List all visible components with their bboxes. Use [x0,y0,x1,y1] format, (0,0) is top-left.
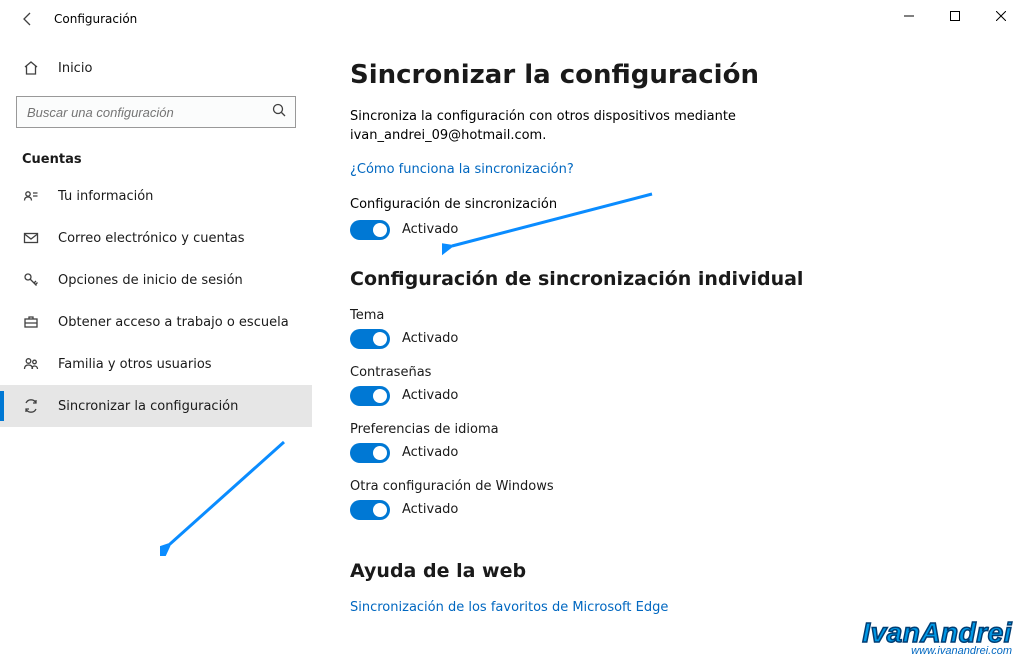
content-area: Inicio Cuentas Tu información Correo ele… [0,38,1024,667]
setting-theme: Tema Activado [350,308,994,349]
setting-passwords: Contraseñas Activado [350,365,994,406]
close-button[interactable] [978,0,1024,32]
setting-label: Preferencias de idioma [350,422,994,437]
setting-language: Preferencias de idioma Activado [350,422,994,463]
search-icon [271,102,287,122]
other-windows-toggle[interactable] [350,500,390,520]
language-state: Activado [402,445,458,460]
maximize-icon [950,11,960,21]
minimize-icon [904,11,914,21]
sidebar-item-signin-options[interactable]: Opciones de inicio de sesión [0,259,312,301]
close-icon [996,11,1006,21]
person-card-icon [22,188,40,204]
sync-icon [22,398,40,414]
master-sync-row: Activado [350,220,994,240]
language-toggle[interactable] [350,443,390,463]
window-controls [886,0,1024,38]
master-sync-toggle[interactable] [350,220,390,240]
passwords-toggle[interactable] [350,386,390,406]
people-icon [22,356,40,372]
sync-description: Sincroniza la configuración con otros di… [350,108,770,146]
window-title: Configuración [54,12,137,26]
sidebar-item-label: Obtener acceso a trabajo o escuela [58,315,289,330]
section-header: Cuentas [0,134,312,175]
edge-favorites-sync-link[interactable]: Sincronización de los favoritos de Micro… [350,600,668,615]
main-panel: Sincronizar la configuración Sincroniza … [312,38,1024,667]
master-sync-label: Configuración de sincronización [350,197,994,212]
arrow-left-icon [20,11,36,27]
sidebar-item-label: Familia y otros usuarios [58,357,212,372]
theme-toggle[interactable] [350,329,390,349]
setting-label: Contraseñas [350,365,994,380]
setting-label: Otra configuración de Windows [350,479,994,494]
sidebar-item-family[interactable]: Familia y otros usuarios [0,343,312,385]
briefcase-icon [22,314,40,330]
search-box[interactable] [16,96,296,128]
sidebar-item-your-info[interactable]: Tu información [0,175,312,217]
sidebar-item-email[interactable]: Correo electrónico y cuentas [0,217,312,259]
master-sync-state: Activado [402,222,458,237]
page-title: Sincronizar la configuración [350,60,994,90]
sidebar-item-sync[interactable]: Sincronizar la configuración [0,385,312,427]
key-icon [22,272,40,288]
sidebar-item-work-school[interactable]: Obtener acceso a trabajo o escuela [0,301,312,343]
titlebar: Configuración [0,0,1024,38]
theme-state: Activado [402,331,458,346]
search-container [16,96,296,128]
home-icon [22,60,40,76]
sidebar: Inicio Cuentas Tu información Correo ele… [0,38,312,667]
web-help-title: Ayuda de la web [350,560,994,582]
mail-icon [22,230,40,246]
sidebar-item-label: Sincronizar la configuración [58,399,238,414]
other-windows-state: Activado [402,502,458,517]
sidebar-item-label: Tu información [58,189,153,204]
annotation-arrow-sidebar [160,436,300,556]
home-label: Inicio [58,61,92,76]
how-sync-works-link[interactable]: ¿Cómo funciona la sincronización? [350,162,574,177]
maximize-button[interactable] [932,0,978,32]
sidebar-item-label: Opciones de inicio de sesión [58,273,243,288]
sidebar-item-label: Correo electrónico y cuentas [58,231,245,246]
setting-other-windows: Otra configuración de Windows Activado [350,479,994,520]
back-button[interactable] [16,7,40,31]
search-input[interactable] [27,105,271,120]
passwords-state: Activado [402,388,458,403]
minimize-button[interactable] [886,0,932,32]
individual-sync-title: Configuración de sincronización individu… [350,268,994,290]
setting-label: Tema [350,308,994,323]
home-link[interactable]: Inicio [0,50,312,86]
